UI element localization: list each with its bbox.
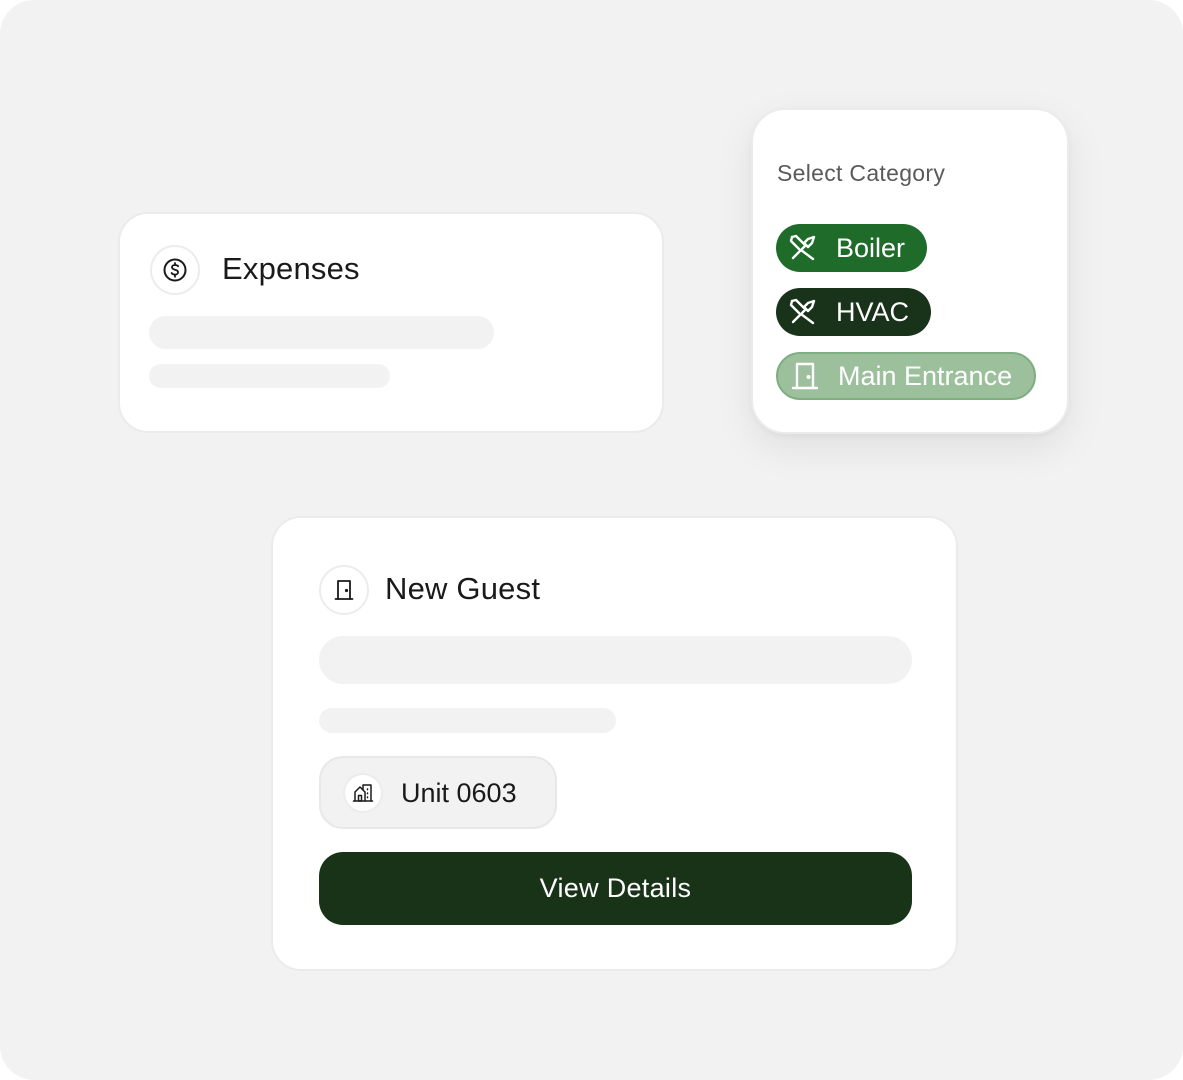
skeleton-line bbox=[319, 636, 912, 684]
expenses-title: Expenses bbox=[222, 251, 360, 286]
category-option-label: HVAC bbox=[836, 296, 910, 327]
door-icon bbox=[788, 359, 822, 393]
door-icon bbox=[319, 565, 369, 615]
category-option-label: Boiler bbox=[836, 232, 906, 263]
building-icon bbox=[343, 773, 383, 813]
skeleton-line bbox=[319, 708, 616, 733]
category-heading: Select Category bbox=[777, 160, 946, 186]
skeleton-line bbox=[149, 364, 390, 388]
unit-label: Unit 0603 bbox=[401, 778, 517, 808]
new-guest-title: New Guest bbox=[385, 571, 541, 606]
tools-icon bbox=[786, 295, 820, 329]
new-guest-card[interactable]: New Guest Unit 0603 View Details bbox=[271, 516, 958, 971]
dollar-circle-icon bbox=[150, 245, 200, 295]
skeleton-line bbox=[149, 316, 494, 349]
category-card: Select Category Boiler HVAC Main Entranc… bbox=[751, 108, 1069, 434]
view-details-button[interactable]: View Details bbox=[319, 852, 912, 925]
category-option-label: Main Entrance bbox=[838, 360, 1013, 391]
tools-icon bbox=[786, 231, 820, 265]
canvas: Expenses Select Category Boiler HVAC Mai… bbox=[0, 0, 1183, 1080]
category-option-main-entrance[interactable]: Main Entrance bbox=[776, 352, 1037, 400]
unit-chip[interactable]: Unit 0603 bbox=[319, 756, 557, 829]
category-option-boiler[interactable]: Boiler bbox=[776, 224, 928, 272]
expenses-card[interactable]: Expenses bbox=[118, 212, 664, 433]
category-option-hvac[interactable]: HVAC bbox=[776, 288, 932, 336]
